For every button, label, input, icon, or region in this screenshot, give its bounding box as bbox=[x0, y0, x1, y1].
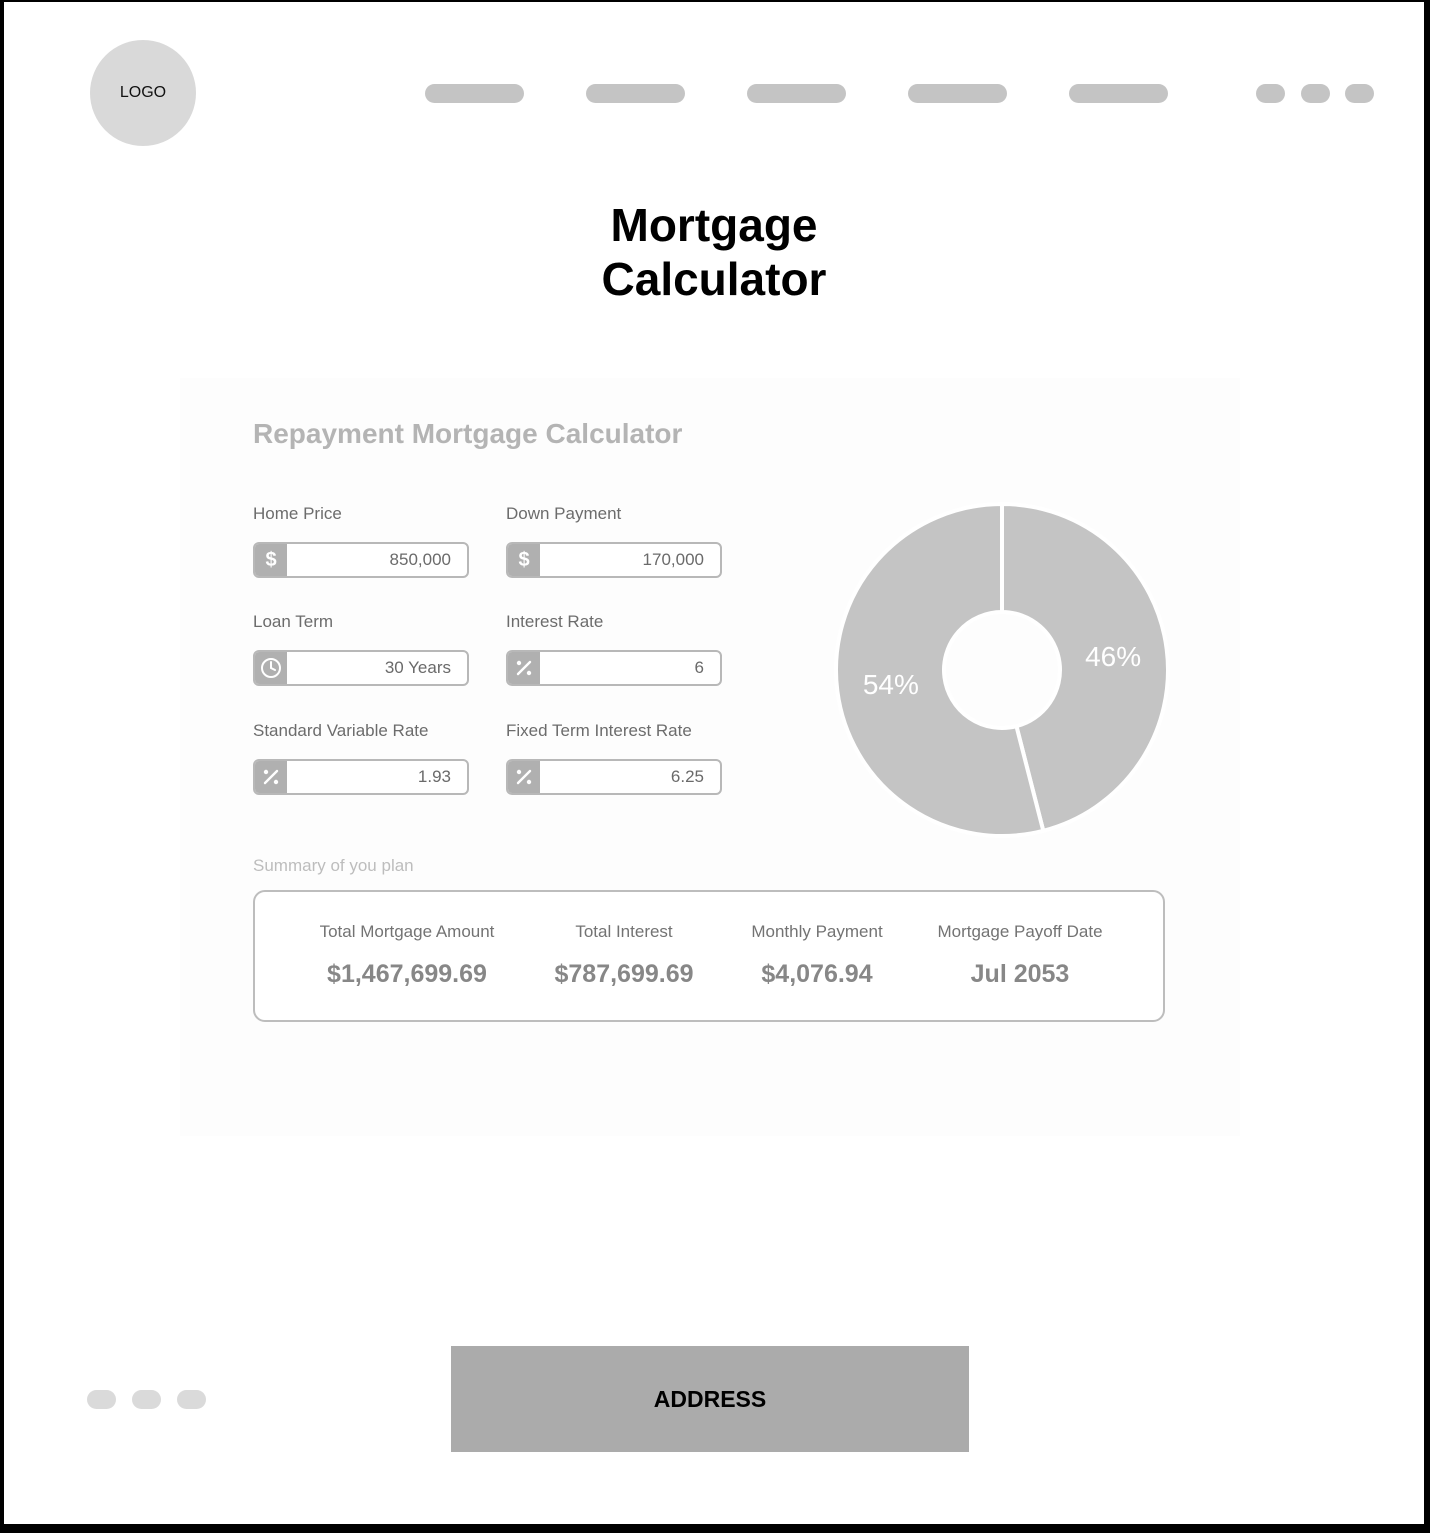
address-block: ADDRESS bbox=[451, 1346, 969, 1452]
home-price-value: 850,000 bbox=[389, 550, 451, 569]
calculator-title: Repayment Mortgage Calculator bbox=[253, 418, 683, 449]
header-action-1[interactable] bbox=[1256, 84, 1285, 103]
interest-rate-value: 6 bbox=[694, 658, 704, 677]
fixed-term-interest-rate-field[interactable]: 6.25 bbox=[506, 759, 722, 795]
interest-rate-label: Interest Rate bbox=[506, 612, 604, 631]
donut-slice-label-2: 54% bbox=[863, 669, 919, 700]
header-action-2[interactable] bbox=[1301, 84, 1330, 103]
mortgage-payoff-date-heading: Mortgage Payoff Date bbox=[937, 922, 1103, 941]
loan-term-value: 30 Years bbox=[384, 658, 451, 677]
nav-item-1[interactable] bbox=[425, 84, 524, 103]
fixed-term-interest-rate-label: Fixed Term Interest Rate bbox=[506, 721, 692, 740]
mortgage-breakdown-chart: 46% 54% bbox=[834, 502, 1170, 838]
address-label: ADDRESS bbox=[653, 1385, 767, 1412]
monthly-payment-value: $4,076.94 bbox=[761, 960, 873, 988]
page-frame: LOGO Mortgage Calculator Repayment Mortg… bbox=[4, 2, 1424, 1524]
fixed-term-interest-rate-value: 6.25 bbox=[670, 767, 704, 786]
home-price-label: Home Price bbox=[253, 504, 342, 523]
dollar-icon: $ bbox=[508, 544, 540, 576]
summary-label: Summary of you plan bbox=[253, 856, 414, 875]
loan-term-field[interactable]: 30 Years bbox=[253, 650, 469, 686]
footer-link-1[interactable] bbox=[87, 1390, 116, 1409]
page-title-line-1: Mortgage bbox=[610, 199, 818, 251]
footer-link-3[interactable] bbox=[177, 1390, 206, 1409]
nav-item-3[interactable] bbox=[747, 84, 846, 103]
total-mortgage-amount-value: $1,467,699.69 bbox=[327, 960, 487, 988]
calculator-card: Repayment Mortgage Calculator Home Price… bbox=[180, 378, 1240, 1136]
total-interest-heading: Total Interest bbox=[575, 922, 673, 941]
nav-item-5[interactable] bbox=[1069, 84, 1168, 103]
page-title: Mortgage Calculator bbox=[4, 198, 1424, 306]
header-action-3[interactable] bbox=[1345, 84, 1374, 103]
page-title-line-2: Calculator bbox=[601, 253, 827, 305]
standard-variable-rate-field[interactable]: 1.93 bbox=[253, 759, 469, 795]
down-payment-label: Down Payment bbox=[506, 504, 622, 523]
percent-icon bbox=[508, 761, 540, 793]
nav-item-2[interactable] bbox=[586, 84, 685, 103]
donut-slice-label-1: 46% bbox=[1085, 641, 1141, 672]
percent-icon bbox=[508, 652, 540, 684]
total-mortgage-amount-heading: Total Mortgage Amount bbox=[319, 922, 495, 941]
logo-label: LOGO bbox=[119, 84, 167, 101]
mortgage-payoff-date-value: Jul 2053 bbox=[970, 960, 1070, 988]
nav-item-4[interactable] bbox=[908, 84, 1007, 103]
home-price-field[interactable]: $ 850,000 bbox=[253, 542, 469, 578]
summary-box: Total Mortgage Amount $1,467,699.69 Tota… bbox=[253, 890, 1165, 1022]
monthly-payment-heading: Monthly Payment bbox=[751, 922, 883, 941]
loan-term-label: Loan Term bbox=[253, 612, 334, 631]
interest-rate-field[interactable]: 6 bbox=[506, 650, 722, 686]
standard-variable-rate-label: Standard Variable Rate bbox=[253, 721, 429, 740]
footer-link-2[interactable] bbox=[132, 1390, 161, 1409]
total-interest-value: $787,699.69 bbox=[554, 960, 694, 988]
dollar-icon: $ bbox=[255, 544, 287, 576]
logo[interactable]: LOGO bbox=[90, 40, 196, 146]
percent-icon bbox=[255, 761, 287, 793]
clock-icon bbox=[255, 652, 287, 684]
down-payment-value: 170,000 bbox=[642, 550, 704, 569]
down-payment-field[interactable]: $ 170,000 bbox=[506, 542, 722, 578]
standard-variable-rate-value: 1.93 bbox=[417, 767, 451, 786]
